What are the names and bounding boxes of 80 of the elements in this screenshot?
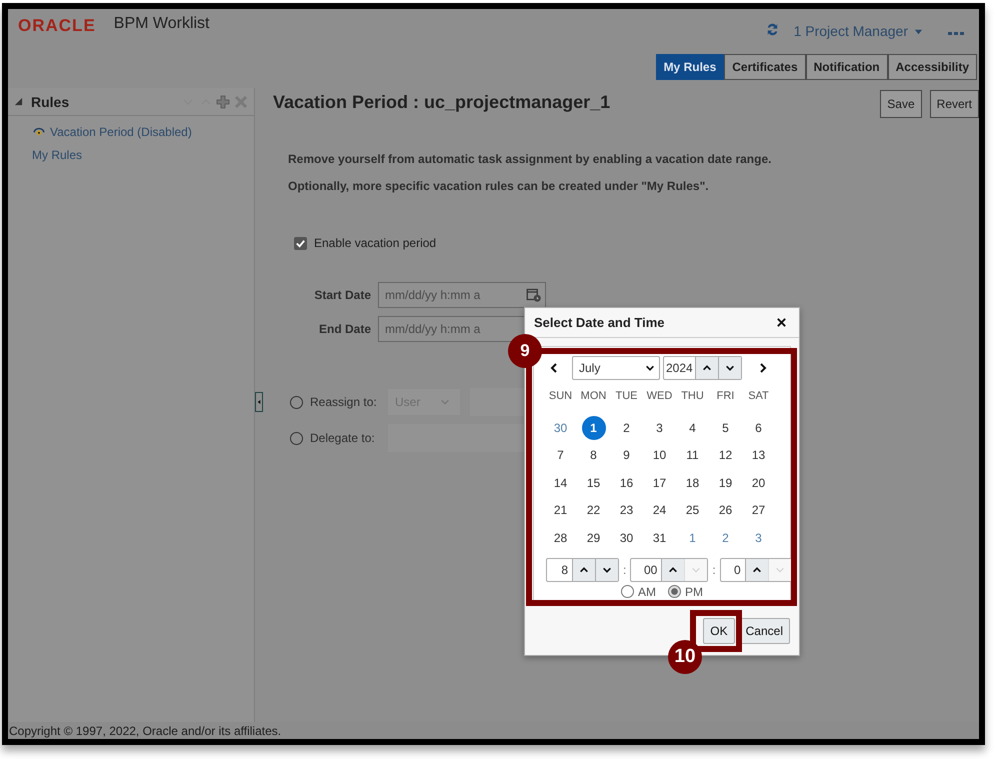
radio-button[interactable]	[290, 432, 303, 444]
time-separator: :	[712, 562, 716, 576]
oracle-logo: ORACLE	[18, 16, 96, 36]
month-select[interactable]: July	[572, 356, 660, 380]
checkbox-label: Enable vacation period	[314, 236, 436, 250]
toolbar-button[interactable]: Save	[880, 90, 922, 118]
triangle-icon[interactable]	[14, 97, 23, 106]
radio-button[interactable]	[621, 585, 634, 598]
calendar-day[interactable]: 5	[714, 416, 738, 440]
calendar-day[interactable]: 12	[714, 443, 738, 468]
weekday-label: TUE	[614, 390, 638, 404]
checkbox[interactable]	[294, 236, 307, 250]
tab[interactable]: Notification	[806, 54, 888, 80]
calendar-day[interactable]: 29	[582, 526, 606, 550]
tab[interactable]: Certificates	[724, 54, 806, 80]
calendar-day[interactable]: 1	[582, 416, 606, 440]
calendar-day[interactable]: 9	[614, 443, 638, 468]
calendar-day[interactable]: 18	[680, 470, 704, 495]
app-title: BPM Worklist	[114, 15, 210, 33]
radio-label: PM	[685, 584, 703, 598]
calendar-day[interactable]: 28	[548, 526, 572, 550]
calendar-day[interactable]: 11	[680, 443, 704, 468]
radio-label: AM	[638, 584, 656, 598]
weekday-label: THU	[680, 390, 705, 404]
weekday-label: SUN	[548, 390, 574, 404]
calendar-day[interactable]: 15	[582, 470, 606, 495]
close-icon[interactable]	[776, 317, 787, 328]
calendar-day[interactable]: 7	[548, 443, 572, 468]
calendar-day[interactable]: 26	[714, 498, 738, 522]
calendar-day[interactable]: 21	[548, 498, 572, 522]
collapse-handle[interactable]	[255, 392, 263, 412]
calendar-day[interactable]: 17	[648, 470, 672, 495]
panel-title: Rules	[31, 94, 70, 110]
dialog-button[interactable]: OK	[703, 618, 735, 644]
radio-label: Reassign to:	[310, 395, 378, 409]
calendar-day[interactable]: 14	[548, 470, 572, 495]
instruction-text: Remove yourself from automatic task assignment by enabling a vacation date range.	[288, 152, 772, 167]
calendar-day[interactable]: 3	[746, 526, 770, 550]
caret-icon[interactable]	[914, 26, 923, 36]
calendar-day[interactable]: 1	[680, 526, 704, 550]
chevron-down-icon[interactable]	[645, 363, 655, 373]
calendar-day[interactable]: 3	[648, 416, 672, 440]
radio-button[interactable]	[668, 585, 681, 598]
weekday-label: MON	[580, 390, 608, 404]
field-label: Start Date	[313, 288, 371, 302]
more-icon[interactable]	[947, 30, 965, 36]
field-label: End Date	[318, 322, 371, 336]
toolbar-button[interactable]: Revert	[930, 90, 979, 118]
calendar-day[interactable]: 2	[714, 526, 738, 550]
calendar-day[interactable]: 19	[714, 470, 738, 495]
copyright-text: Copyright © 1997, 2022, Oracle and/or its affiliates.	[9, 724, 282, 738]
calendar-day[interactable]: 24	[648, 498, 672, 522]
weekday-label: SAT	[747, 390, 770, 404]
weekday-label: FRI	[716, 390, 736, 404]
radio-label: Delegate to:	[310, 431, 376, 445]
calendar-day[interactable]: 30	[614, 526, 638, 550]
calendar-day[interactable]: 30	[548, 416, 572, 440]
calendar-day[interactable]: 13	[746, 443, 770, 468]
calendar-day[interactable]: 25	[680, 498, 704, 522]
page-title: Vacation Period : uc_projectmanager_1	[273, 92, 610, 112]
tab[interactable]: Accessibility	[888, 54, 977, 80]
calendar-day[interactable]: 6	[746, 416, 770, 440]
calendar-day[interactable]: 10	[648, 443, 672, 468]
calendar-day[interactable]: 8	[582, 443, 606, 468]
time-separator: :	[623, 562, 626, 576]
calendar-day[interactable]: 22	[582, 498, 606, 522]
instruction-text: Optionally, more specific vacation rules can be created under "My Rules".	[288, 179, 710, 194]
calendar-day[interactable]: 27	[746, 498, 770, 522]
calendar-day[interactable]: 20	[746, 470, 770, 495]
tab[interactable]: My Rules	[656, 54, 724, 80]
calendar-day[interactable]: 23	[614, 498, 638, 522]
calendar-icon[interactable]	[526, 287, 541, 302]
calendar-day[interactable]: 31	[648, 526, 672, 550]
weekday-label: WED	[646, 390, 674, 404]
eye-icon	[32, 126, 46, 137]
date-field[interactable]: mm/dd/yy h:mm a	[378, 282, 546, 308]
calendar-day[interactable]: 4	[680, 416, 704, 440]
calendar-day[interactable]: 2	[614, 416, 638, 440]
calendar-day[interactable]: 16	[614, 470, 638, 495]
radio-button[interactable]	[290, 396, 303, 408]
